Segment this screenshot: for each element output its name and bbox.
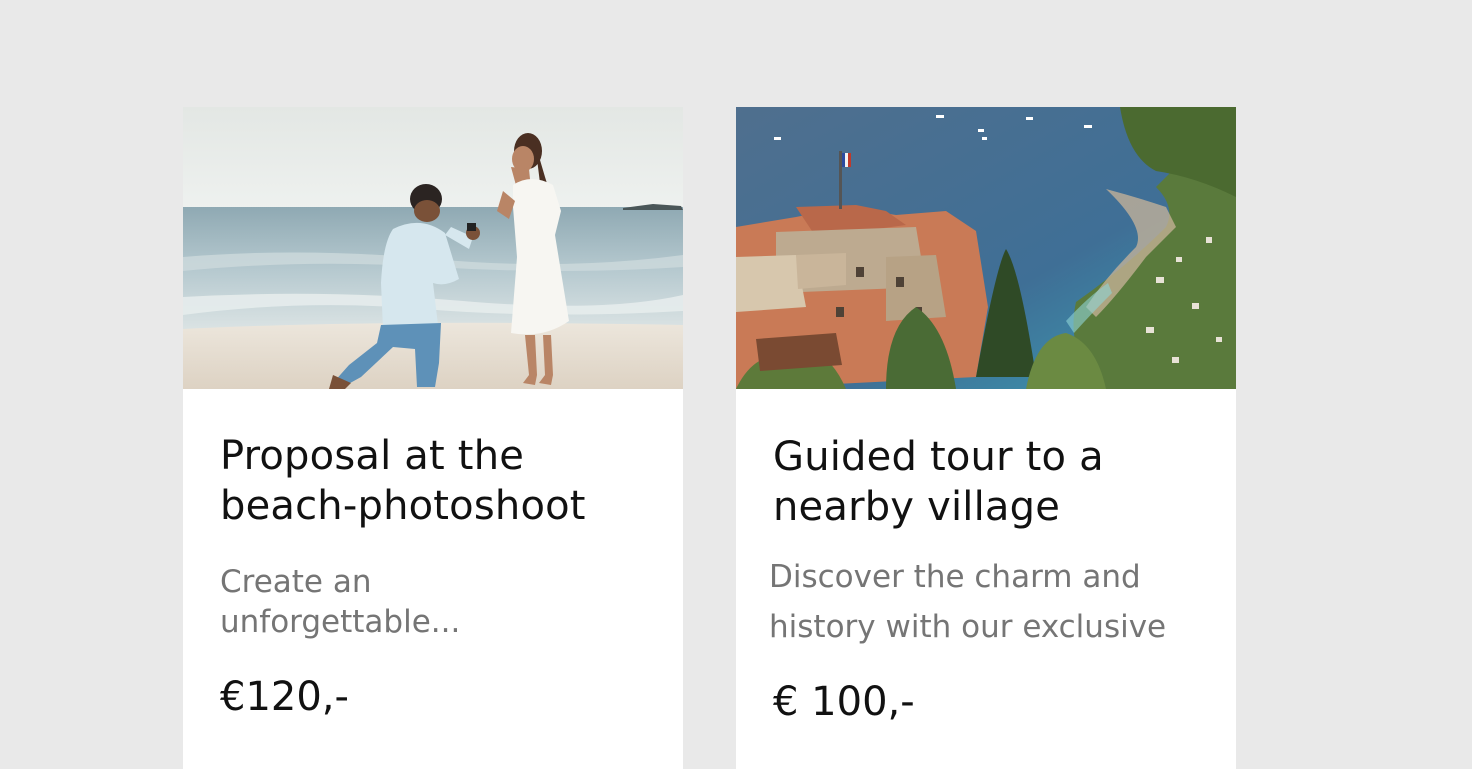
card-title: Proposal at the beach-photoshoot (220, 433, 586, 529)
card-price: €120,- (220, 674, 349, 720)
card-description-line: history with our exclusive (769, 609, 1167, 645)
coastal-village-image (736, 107, 1236, 389)
activity-card-beach-proposal[interactable]: Proposal at the beach-photoshoot Create … (183, 107, 683, 769)
card-title: Guided tour to a nearby village (773, 434, 1104, 530)
activity-card-village-tour[interactable]: Guided tour to a nearby village Discover… (736, 107, 1236, 769)
card-description: Discover the charm and history with our … (769, 552, 1219, 652)
card-price: € 100,- (773, 679, 915, 725)
card-description-line: Discover the charm and (769, 559, 1141, 595)
card-description: Create an unforgettable... (220, 564, 461, 640)
beach-proposal-image (183, 107, 683, 389)
